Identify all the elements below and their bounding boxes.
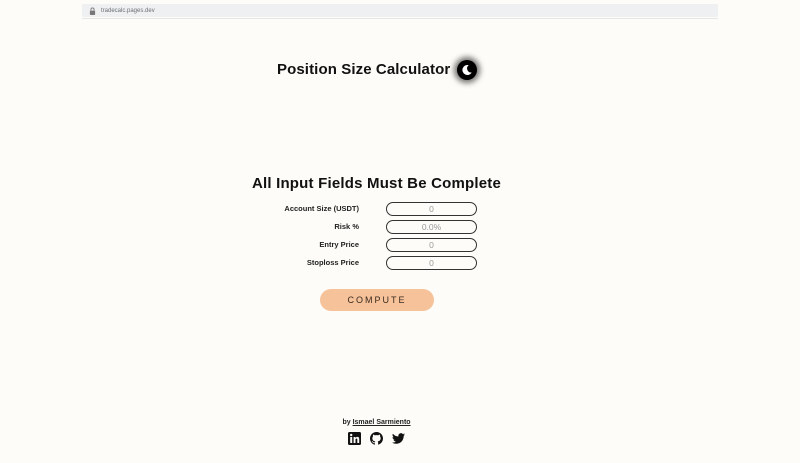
entry-price-label: Entry Price — [319, 240, 359, 249]
author-link[interactable]: Ismael Sarmiento — [353, 419, 411, 426]
address-bar[interactable]: tradecalc.pages.dev — [82, 4, 718, 17]
credit-by: by — [342, 419, 351, 426]
compute-button[interactable]: COMPUTE — [320, 289, 434, 311]
account-size-input[interactable] — [386, 202, 477, 216]
entry-price-input[interactable] — [386, 238, 477, 252]
page-title: Position Size Calculator — [277, 61, 451, 78]
moon-icon — [462, 65, 472, 76]
twitter-link[interactable] — [392, 432, 405, 445]
linkedin-link[interactable] — [348, 432, 361, 445]
divider — [82, 18, 718, 19]
social-links — [348, 432, 405, 445]
stoploss-price-input[interactable] — [386, 256, 477, 270]
risk-label: Risk % — [334, 222, 359, 231]
author-credit: by Ismael Sarmiento — [0, 419, 753, 426]
linkedin-icon — [348, 432, 361, 445]
risk-input[interactable] — [386, 220, 477, 234]
field-row-account-size: Account Size (USDT) — [0, 202, 800, 216]
github-link[interactable] — [370, 432, 383, 445]
twitter-icon — [392, 433, 405, 444]
page: tradecalc.pages.dev Position Size Calcul… — [0, 0, 800, 463]
theme-toggle-button[interactable] — [457, 60, 477, 80]
field-row-risk: Risk % — [0, 220, 800, 234]
stoploss-price-label: Stoploss Price — [306, 258, 359, 267]
field-row-entry-price: Entry Price — [0, 238, 800, 252]
github-icon — [370, 432, 383, 445]
lock-icon — [89, 7, 96, 15]
field-row-stoploss-price: Stoploss Price — [0, 256, 800, 270]
form-heading: All Input Fields Must Be Complete — [251, 175, 502, 192]
account-size-label: Account Size (USDT) — [284, 204, 359, 213]
url-text: tradecalc.pages.dev — [101, 7, 155, 14]
